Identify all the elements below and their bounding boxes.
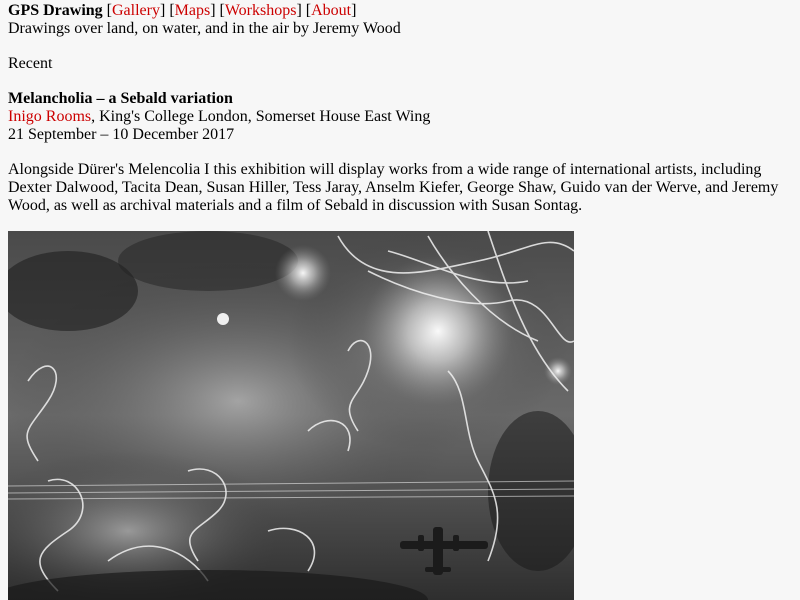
nav-bracket: ] bbox=[210, 2, 216, 19]
exhibition-dates: 21 September – 10 December 2017 bbox=[8, 126, 235, 143]
exhibition-venue: Inigo Rooms, King's College London, Some… bbox=[8, 108, 792, 126]
nav-bracket: ] bbox=[296, 2, 302, 19]
site-tagline: Drawings over land, on water, and in the… bbox=[8, 20, 401, 37]
nav-link-gallery[interactable]: Gallery bbox=[112, 2, 160, 19]
nav-bracket: ] bbox=[351, 2, 357, 19]
exhibition-title: Melancholia – a Sebald variation bbox=[8, 90, 233, 107]
venue-link[interactable]: Inigo Rooms bbox=[8, 108, 91, 125]
page-content: GPS Drawing [Gallery] [Maps] [Workshops]… bbox=[8, 2, 792, 215]
exhibition-description: Alongside Dürer's Melencolia I this exhi… bbox=[8, 161, 779, 214]
nav-link-maps[interactable]: Maps bbox=[175, 2, 211, 19]
exhibition-photo[interactable] bbox=[8, 231, 574, 600]
nav-link-about[interactable]: About bbox=[311, 2, 351, 19]
site-header: GPS Drawing [Gallery] [Maps] [Workshops]… bbox=[8, 2, 792, 20]
section-heading-recent: Recent bbox=[8, 55, 53, 72]
nav-link-workshops[interactable]: Workshops bbox=[225, 2, 297, 19]
site-title: GPS Drawing bbox=[8, 2, 103, 19]
venue-details: , King's College London, Somerset House … bbox=[91, 108, 431, 125]
aerial-night-photo-graphic bbox=[8, 231, 574, 600]
nav-bracket: ] bbox=[159, 2, 166, 19]
